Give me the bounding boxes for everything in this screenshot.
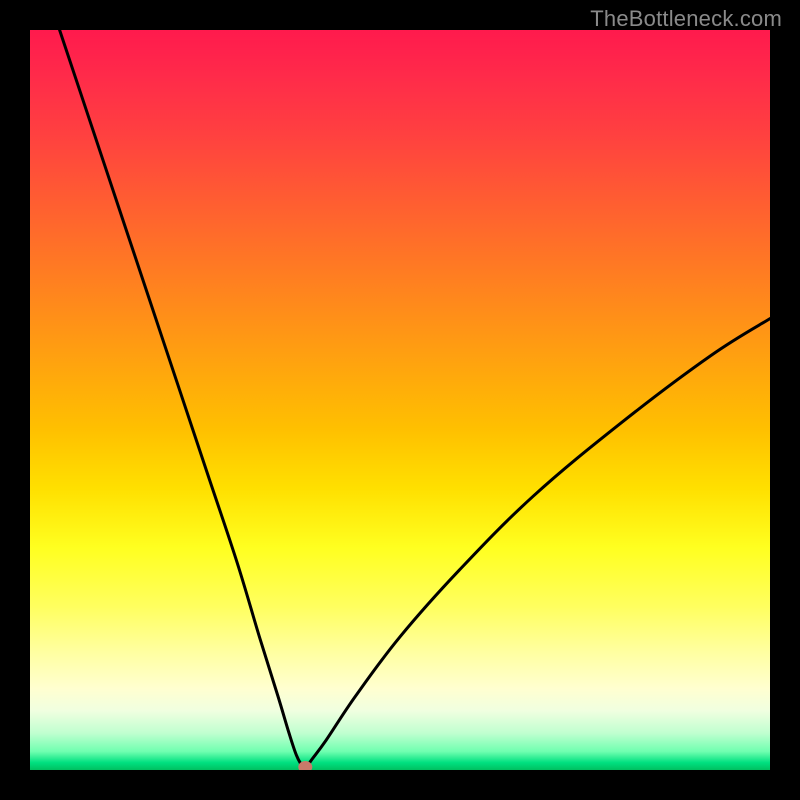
watermark: TheBottleneck.com [590, 6, 782, 32]
bottleneck-curve [60, 30, 770, 770]
plot-area [30, 30, 770, 770]
curve-svg [30, 30, 770, 770]
chart-frame: TheBottleneck.com [0, 0, 800, 800]
